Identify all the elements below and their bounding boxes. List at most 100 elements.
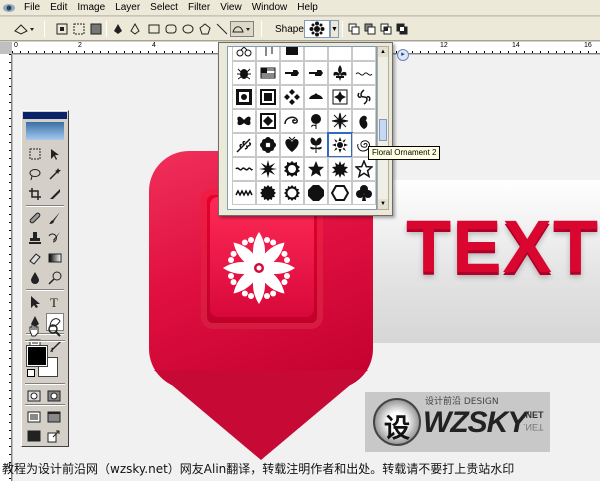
shape-flower[interactable] [256, 133, 280, 157]
menu-help[interactable]: Help [292, 0, 323, 16]
rectangle-icon[interactable] [146, 21, 162, 37]
standard-screen-mode-icon[interactable] [25, 408, 43, 426]
history-brush-tool-icon[interactable] [46, 229, 64, 247]
shape-rose[interactable] [304, 109, 328, 133]
shape-tile-star[interactable] [328, 85, 352, 109]
ruler-vertical[interactable] [0, 54, 12, 481]
menu-edit[interactable]: Edit [45, 0, 72, 16]
magic-wand-tool-icon[interactable] [46, 165, 64, 183]
scroll-up-icon[interactable]: ▲ [378, 47, 388, 57]
shape-hand-left[interactable] [280, 61, 304, 85]
quick-mask-mode-icon[interactable] [45, 387, 63, 405]
arrow-right-icon[interactable]: ▸ [397, 49, 409, 61]
shape-squiggle[interactable] [352, 61, 376, 85]
menu-window[interactable]: Window [247, 0, 293, 16]
clone-stamp-tool-icon[interactable] [26, 229, 44, 247]
shape-tile-frame-3[interactable] [256, 109, 280, 133]
shape-star[interactable] [304, 157, 328, 181]
hand-tool-icon[interactable] [25, 321, 43, 339]
dodge-tool-icon[interactable] [46, 269, 64, 287]
shape-tile-frame[interactable] [232, 85, 256, 109]
polygon-icon[interactable] [197, 21, 213, 37]
menu-layer[interactable]: Layer [110, 0, 145, 16]
shape-star-outline[interactable] [352, 157, 376, 181]
shape-badge-outline[interactable] [280, 181, 304, 205]
freeform-pen-icon[interactable] [127, 21, 143, 37]
add-icon[interactable] [346, 21, 362, 37]
slice-tool-icon[interactable] [46, 185, 64, 203]
shape-leaf-ornament[interactable] [304, 133, 328, 157]
shape-layers-icon[interactable] [54, 21, 70, 37]
shape-crown-ornament[interactable] [304, 85, 328, 109]
path-selection-tool-icon[interactable] [26, 293, 44, 311]
shape-wavy-line[interactable] [232, 157, 256, 181]
shape-scissors[interactable] [232, 47, 256, 61]
full-screen-menu-mode-icon[interactable] [45, 408, 63, 426]
shape-leaf-spray[interactable] [232, 133, 256, 157]
subtract-icon[interactable] [362, 21, 378, 37]
shape-seal[interactable] [280, 157, 304, 181]
palette-title-bar[interactable] [23, 112, 67, 119]
line-icon[interactable] [214, 21, 230, 37]
preset-tool-icon[interactable] [12, 21, 38, 37]
shape-fleur-de-lis[interactable] [328, 61, 352, 85]
foreground-color-swatch-top[interactable] [26, 345, 48, 367]
shape-flag[interactable] [256, 61, 280, 85]
shape-octagon[interactable] [304, 181, 328, 205]
shape-flourish[interactable] [352, 85, 376, 109]
exclude-icon[interactable] [394, 21, 410, 37]
eraser-tool-icon[interactable] [26, 249, 44, 267]
default-colors-icon[interactable] [27, 369, 35, 377]
swap-colors-icon[interactable]: ↕ [50, 346, 58, 354]
shape-empty[interactable] [328, 47, 352, 61]
gradient-tool-icon[interactable] [46, 249, 64, 267]
shape-leaf-flower[interactable] [328, 109, 352, 133]
full-screen-mode-icon[interactable] [25, 427, 43, 445]
intersect-icon[interactable] [378, 21, 394, 37]
healing-brush-tool-icon[interactable] [26, 209, 44, 227]
shape-paisley[interactable] [352, 109, 376, 133]
shape-empty[interactable] [304, 47, 328, 61]
shape-heart-ornament[interactable] [280, 133, 304, 157]
custom-shape-icon[interactable] [230, 21, 254, 37]
shape-starburst-2[interactable] [328, 157, 352, 181]
standard-mode-icon[interactable] [25, 387, 43, 405]
jump-to-imageready-icon[interactable] [45, 427, 63, 445]
paths-icon[interactable] [71, 21, 87, 37]
shape-empty[interactable] [352, 47, 376, 61]
shape-paperclip[interactable] [256, 47, 280, 61]
shape-bug[interactable] [232, 61, 256, 85]
menu-file[interactable]: File [19, 0, 45, 16]
shape-butterfly[interactable] [232, 109, 256, 133]
pen-icon[interactable] [110, 21, 126, 37]
type-tool-icon[interactable]: T [46, 293, 64, 311]
zoom-tool-icon[interactable] [45, 321, 63, 339]
shape-square[interactable] [280, 47, 304, 61]
shape-preview[interactable] [304, 20, 330, 38]
shape-starburst[interactable] [256, 157, 280, 181]
scroll-thumb[interactable] [379, 119, 387, 141]
menu-select[interactable]: Select [145, 0, 183, 16]
menu-view[interactable]: View [215, 0, 247, 16]
shape-picker-arrow-icon[interactable]: ▼ [330, 20, 339, 38]
shape-picker-scrollbar[interactable]: ▲ ▼ [377, 46, 389, 210]
blur-tool-icon[interactable] [26, 269, 44, 287]
shape-diamond-quad[interactable] [280, 85, 304, 109]
menu-image[interactable]: Image [72, 0, 110, 16]
menu-filter[interactable]: Filter [183, 0, 215, 16]
ellipse-icon[interactable] [180, 21, 196, 37]
photoshop-eye-icon[interactable] [2, 1, 16, 15]
shape-hexagon-outline[interactable] [328, 181, 352, 205]
shape-clover[interactable] [352, 181, 376, 205]
brush-tool-icon[interactable] [46, 209, 64, 227]
shape-floral-ornament-2[interactable] [327, 132, 353, 158]
rounded-rectangle-icon[interactable] [163, 21, 179, 37]
shape-swirl[interactable] [280, 109, 304, 133]
move-tool-icon[interactable] [46, 145, 64, 163]
marquee-tool-icon[interactable] [26, 145, 44, 163]
scroll-down-icon[interactable]: ▼ [378, 199, 388, 209]
shape-badge[interactable] [256, 181, 280, 205]
fill-pixels-icon[interactable] [88, 21, 104, 37]
shape-tile-frame-2[interactable] [256, 85, 280, 109]
feather-logo-icon[interactable] [26, 122, 64, 140]
